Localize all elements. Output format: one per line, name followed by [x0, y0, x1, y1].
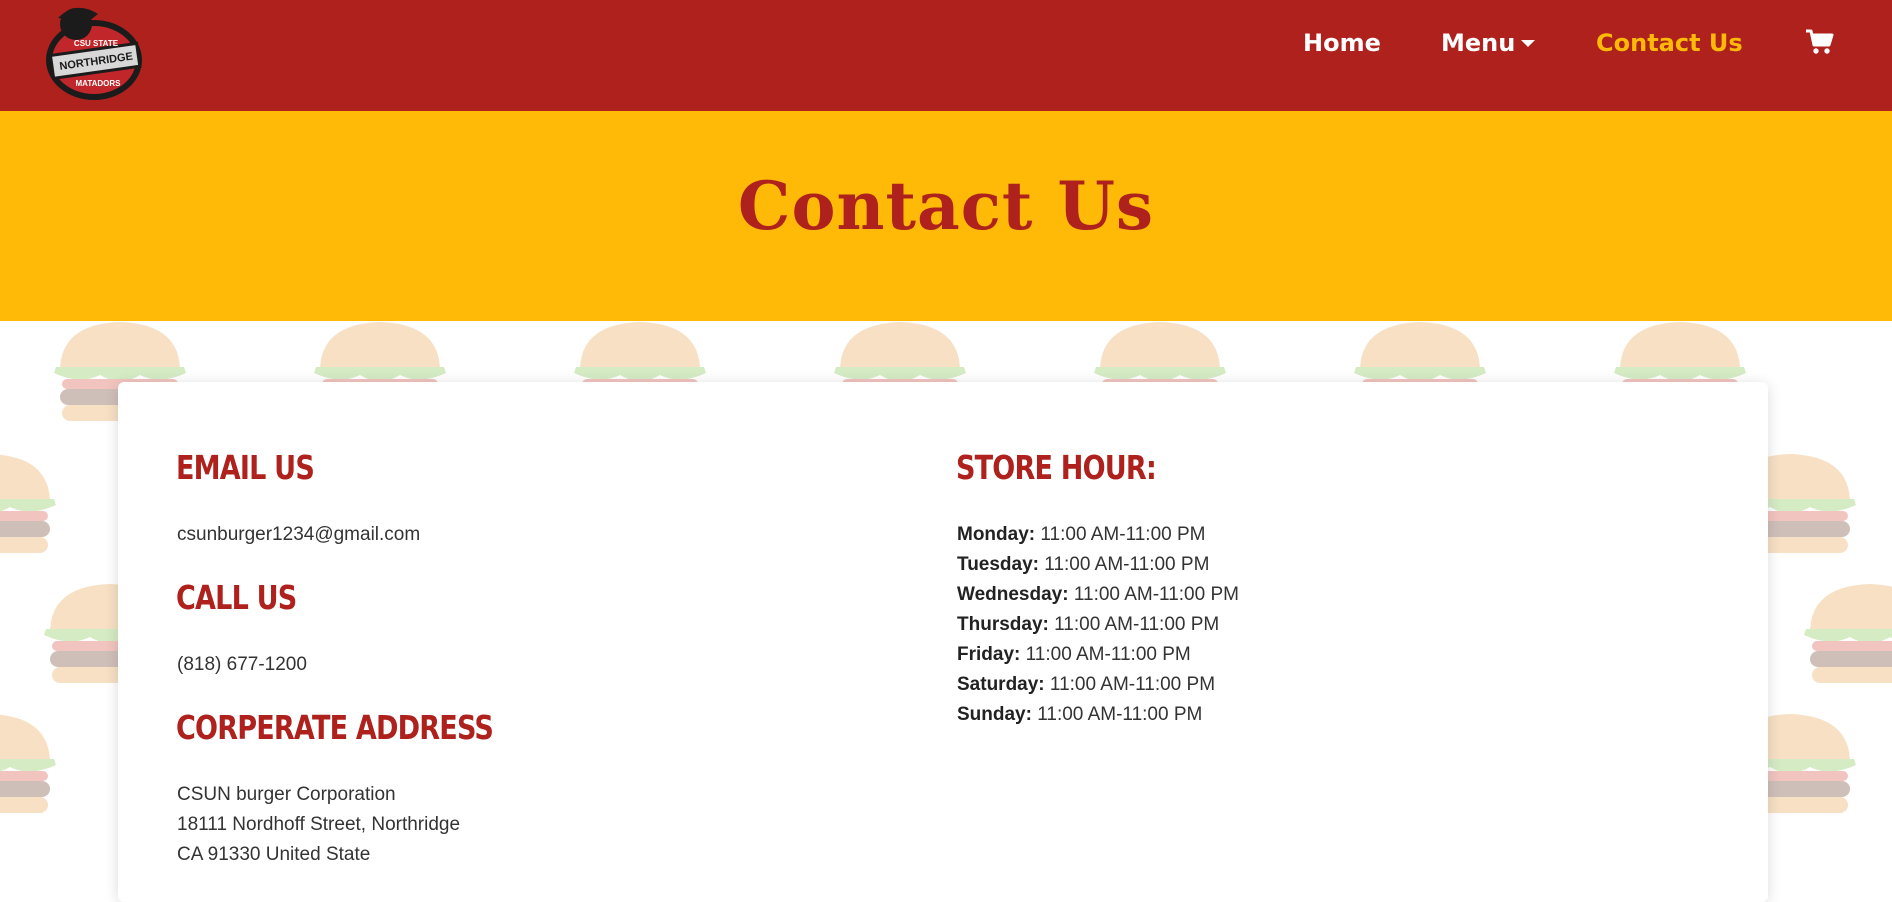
- hours-row-saturday: Saturday: 11:00 AM-11:00 PM: [957, 670, 1239, 700]
- day-label: Friday:: [957, 644, 1021, 665]
- address-line: CA 91330 United State: [177, 844, 371, 865]
- nav-menu-dropdown[interactable]: Menu: [1441, 26, 1536, 60]
- hours-row-tuesday: Tuesday: 11:00 AM-11:00 PM: [957, 550, 1239, 580]
- hours-list: Monday: 11:00 AM-11:00 PM Tuesday: 11:00…: [957, 520, 1239, 730]
- day-label: Tuesday:: [957, 554, 1040, 575]
- hours-row-sunday: Sunday: 11:00 AM-11:00 PM: [957, 700, 1239, 730]
- day-label: Thursday:: [957, 614, 1049, 635]
- hero-banner: Contact Us: [0, 111, 1892, 321]
- burger-icon: [1804, 584, 1892, 683]
- address-heading: Corperate Address: [176, 708, 494, 747]
- day-time: 11:00 AM-11:00 PM: [1044, 554, 1210, 575]
- logo-text-bottom: MATADORS: [75, 79, 121, 88]
- day-time: 11:00 AM-11:00 PM: [1040, 524, 1206, 545]
- burger-icon: [0, 714, 56, 813]
- email-heading: Email Us: [176, 448, 315, 487]
- address-block: CSUN burger Corporation 18111 Nordhoff S…: [177, 780, 460, 870]
- day-time: 11:00 AM-11:00 PM: [1037, 704, 1203, 725]
- hours-row-friday: Friday: 11:00 AM-11:00 PM: [957, 640, 1239, 670]
- matadors-logo[interactable]: CSU STATE NORTHRIDGE MATADORS: [36, 2, 146, 106]
- phone-value[interactable]: (818) 677-1200: [177, 650, 307, 680]
- day-label: Sunday:: [957, 704, 1032, 725]
- hours-row-thursday: Thursday: 11:00 AM-11:00 PM: [957, 610, 1239, 640]
- hours-row-wednesday: Wednesday: 11:00 AM-11:00 PM: [957, 580, 1239, 610]
- page-title: Contact Us: [737, 167, 1155, 245]
- nav-home-link[interactable]: Home: [1303, 26, 1381, 60]
- nav-menu-label: Menu: [1441, 29, 1516, 57]
- day-label: Monday:: [957, 524, 1036, 545]
- call-heading: Call Us: [176, 578, 297, 617]
- contact-card: Email Us csunburger1234@gmail.com Call U…: [118, 382, 1768, 902]
- day-time: 11:00 AM-11:00 PM: [1049, 674, 1216, 695]
- caret-down-icon: [1521, 40, 1536, 47]
- navbar: CSU STATE NORTHRIDGE MATADORS Home Menu …: [0, 0, 1892, 111]
- hours-heading: Store Hour:: [956, 448, 1157, 487]
- day-time: 11:00 AM-11:00 PM: [1073, 584, 1239, 605]
- hours-row-monday: Monday: 11:00 AM-11:00 PM: [957, 520, 1239, 550]
- day-time: 11:00 AM-11:00 PM: [1054, 614, 1220, 635]
- cart-icon[interactable]: [1805, 28, 1835, 56]
- address-line: 18111 Nordhoff Street, Northridge: [177, 814, 461, 835]
- address-line: CSUN burger Corporation: [177, 784, 396, 805]
- day-label: Wednesday:: [957, 584, 1069, 605]
- logo-text-top: CSU STATE: [74, 39, 119, 48]
- day-time: 11:00 AM-11:00 PM: [1025, 644, 1191, 665]
- burger-icon: [0, 454, 56, 553]
- email-value[interactable]: csunburger1234@gmail.com: [177, 520, 420, 550]
- day-label: Saturday:: [957, 674, 1045, 695]
- nav-contact-link[interactable]: Contact Us: [1596, 26, 1743, 60]
